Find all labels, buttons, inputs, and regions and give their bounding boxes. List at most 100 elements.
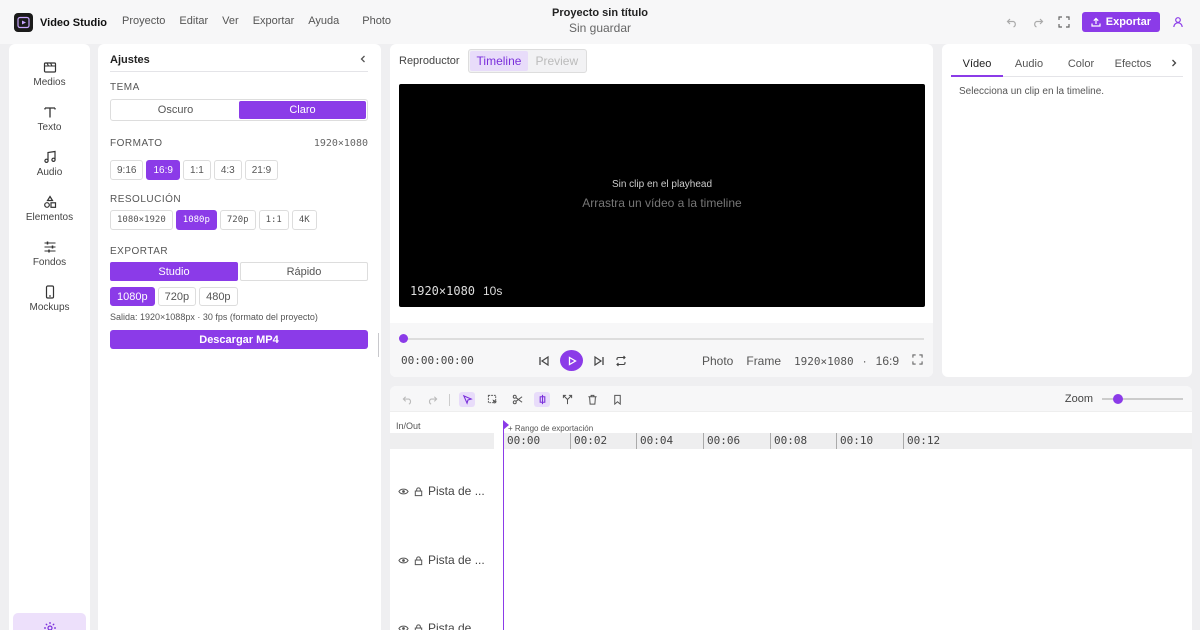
redo-icon[interactable] <box>1030 14 1046 30</box>
tab-color[interactable]: Color <box>1055 55 1107 76</box>
user-icon[interactable] <box>1170 14 1186 30</box>
ruler-tick: 00:02 <box>570 433 607 449</box>
theme-toggle: Oscuro Claro <box>110 99 368 121</box>
fullscreen-icon[interactable] <box>1056 14 1072 30</box>
sidebar-item-elementos[interactable]: Elementos <box>9 195 90 224</box>
sidebar-item-fondos[interactable]: Fondos <box>9 240 90 269</box>
bookmark-icon[interactable] <box>609 392 625 407</box>
tab-preview[interactable]: Preview <box>528 51 585 71</box>
shapes-icon <box>43 195 56 208</box>
menu-exportar[interactable]: Exportar <box>253 15 295 27</box>
ruler-tick: 00:04 <box>636 433 673 449</box>
time-ruler[interactable]: 00:00 00:02 00:04 00:06 00:08 00:10 00:1… <box>503 433 1192 449</box>
frame-button[interactable]: Frame <box>746 354 781 368</box>
scrub-handle[interactable] <box>399 334 408 343</box>
sidebar-label: Mockups <box>29 302 70 313</box>
scrub-bar[interactable] <box>399 334 924 343</box>
track-header[interactable]: Pista de ... <box>398 484 485 498</box>
export-range-label[interactable]: + Rango de exportación <box>508 424 593 433</box>
export-mode-studio[interactable]: Studio <box>110 262 238 281</box>
menu-proyecto[interactable]: Proyecto <box>122 15 165 27</box>
resolution-chip[interactable]: 720p <box>219 210 256 230</box>
chevron-right-icon[interactable] <box>1169 55 1183 76</box>
lock-icon[interactable] <box>413 486 424 497</box>
split-icon[interactable] <box>559 392 575 407</box>
resolution-chip[interactable]: 1080p <box>175 210 217 230</box>
ruler-tick: 00:08 <box>770 433 807 449</box>
sidebar-item-settings[interactable] <box>13 613 86 630</box>
menu-ayuda[interactable]: Ayuda <box>308 15 339 27</box>
sidebar-item-audio[interactable]: Audio <box>9 150 90 179</box>
eye-icon[interactable] <box>398 623 409 630</box>
resolution-chip[interactable]: 1080×1920 <box>110 210 173 230</box>
theme-option-light[interactable]: Claro <box>239 101 366 119</box>
menu-photo[interactable]: Photo <box>362 15 391 27</box>
format-chip[interactable]: 16:9 <box>146 160 180 180</box>
lock-icon[interactable] <box>413 555 424 566</box>
video-logo-icon <box>14 13 33 32</box>
play-icon <box>568 355 577 366</box>
tab-timeline[interactable]: Timeline <box>469 51 529 71</box>
quality-chip[interactable]: 480p <box>199 287 238 306</box>
top-actions: Exportar <box>1004 12 1186 32</box>
zoom-slider-handle[interactable] <box>1113 394 1124 404</box>
timeline-toolbar: Zoom <box>390 386 1192 412</box>
video-canvas[interactable]: Sin clip en el playhead Arrastra un víde… <box>399 84 925 307</box>
undo-icon[interactable] <box>399 392 415 407</box>
project-title[interactable]: Proyecto sin título <box>500 7 700 19</box>
sliders-icon <box>44 241 55 253</box>
lock-icon[interactable] <box>413 623 424 630</box>
chevron-left-icon[interactable] <box>358 54 368 67</box>
skip-back-icon[interactable] <box>538 355 550 367</box>
quality-chip[interactable]: 720p <box>157 287 197 306</box>
marquee-select-icon[interactable] <box>484 392 500 407</box>
resolution-chip[interactable]: 1:1 <box>258 210 289 230</box>
playhead-handle[interactable] <box>503 420 509 430</box>
scissors-icon[interactable] <box>509 392 525 407</box>
zoom-slider[interactable] <box>1102 394 1183 404</box>
export-button[interactable]: Exportar <box>1081 12 1160 32</box>
trash-icon[interactable] <box>584 392 600 407</box>
skip-forward-icon[interactable] <box>593 355 605 367</box>
tab-effects[interactable]: Efectos <box>1107 55 1159 76</box>
format-chip[interactable]: 21:9 <box>244 160 279 180</box>
ruler-tick: 00:06 <box>703 433 740 449</box>
download-mp4-button[interactable]: Descargar MP4 <box>110 330 368 349</box>
panel-resize-handle[interactable] <box>378 333 379 357</box>
eye-icon[interactable] <box>398 486 409 497</box>
photo-button[interactable]: Photo <box>702 354 733 368</box>
track-header[interactable]: Pista de ... <box>398 553 485 567</box>
play-button[interactable] <box>560 350 583 371</box>
quality-chip[interactable]: 1080p <box>110 287 155 306</box>
undo-icon[interactable] <box>1004 14 1020 30</box>
expand-icon[interactable] <box>912 354 923 368</box>
overlay-duration: 10s <box>483 284 503 298</box>
track-header[interactable]: Pista de ... <box>398 621 485 630</box>
format-chip[interactable]: 4:3 <box>213 160 242 180</box>
format-options: 9:16 16:9 1:1 4:3 21:9 <box>110 160 279 180</box>
separator-dot: · <box>862 354 867 368</box>
snap-icon[interactable] <box>534 392 550 407</box>
sidebar-item-mockups[interactable]: Mockups <box>9 285 90 314</box>
resolution-chip[interactable]: 4K <box>291 210 317 230</box>
export-label: Exportar <box>1105 16 1151 28</box>
tab-audio[interactable]: Audio <box>1003 55 1055 76</box>
theme-option-dark[interactable]: Oscuro <box>112 101 239 119</box>
sidebar-item-texto[interactable]: Texto <box>9 105 90 134</box>
loop-icon[interactable] <box>615 355 627 367</box>
format-chip[interactable]: 9:16 <box>110 160 144 180</box>
upload-icon <box>1091 17 1101 27</box>
sidebar-item-medios[interactable]: Medios <box>9 60 90 89</box>
tab-video[interactable]: Vídeo <box>951 55 1003 77</box>
menu-ver[interactable]: Ver <box>222 15 239 27</box>
format-chip[interactable]: 1:1 <box>182 160 211 180</box>
inspector-tabs: Vídeo Audio Color Efectos <box>951 55 1183 77</box>
export-mode-fast[interactable]: Rápido <box>240 262 368 281</box>
eye-icon[interactable] <box>398 555 409 566</box>
playhead-line[interactable] <box>503 421 504 630</box>
menu-editar[interactable]: Editar <box>179 15 208 27</box>
redo-icon[interactable] <box>424 392 440 407</box>
select-tool-icon[interactable] <box>459 392 475 407</box>
main-menu: Proyecto Editar Ver Exportar Ayuda Photo <box>122 15 391 27</box>
app-logo: Video Studio <box>14 13 107 32</box>
